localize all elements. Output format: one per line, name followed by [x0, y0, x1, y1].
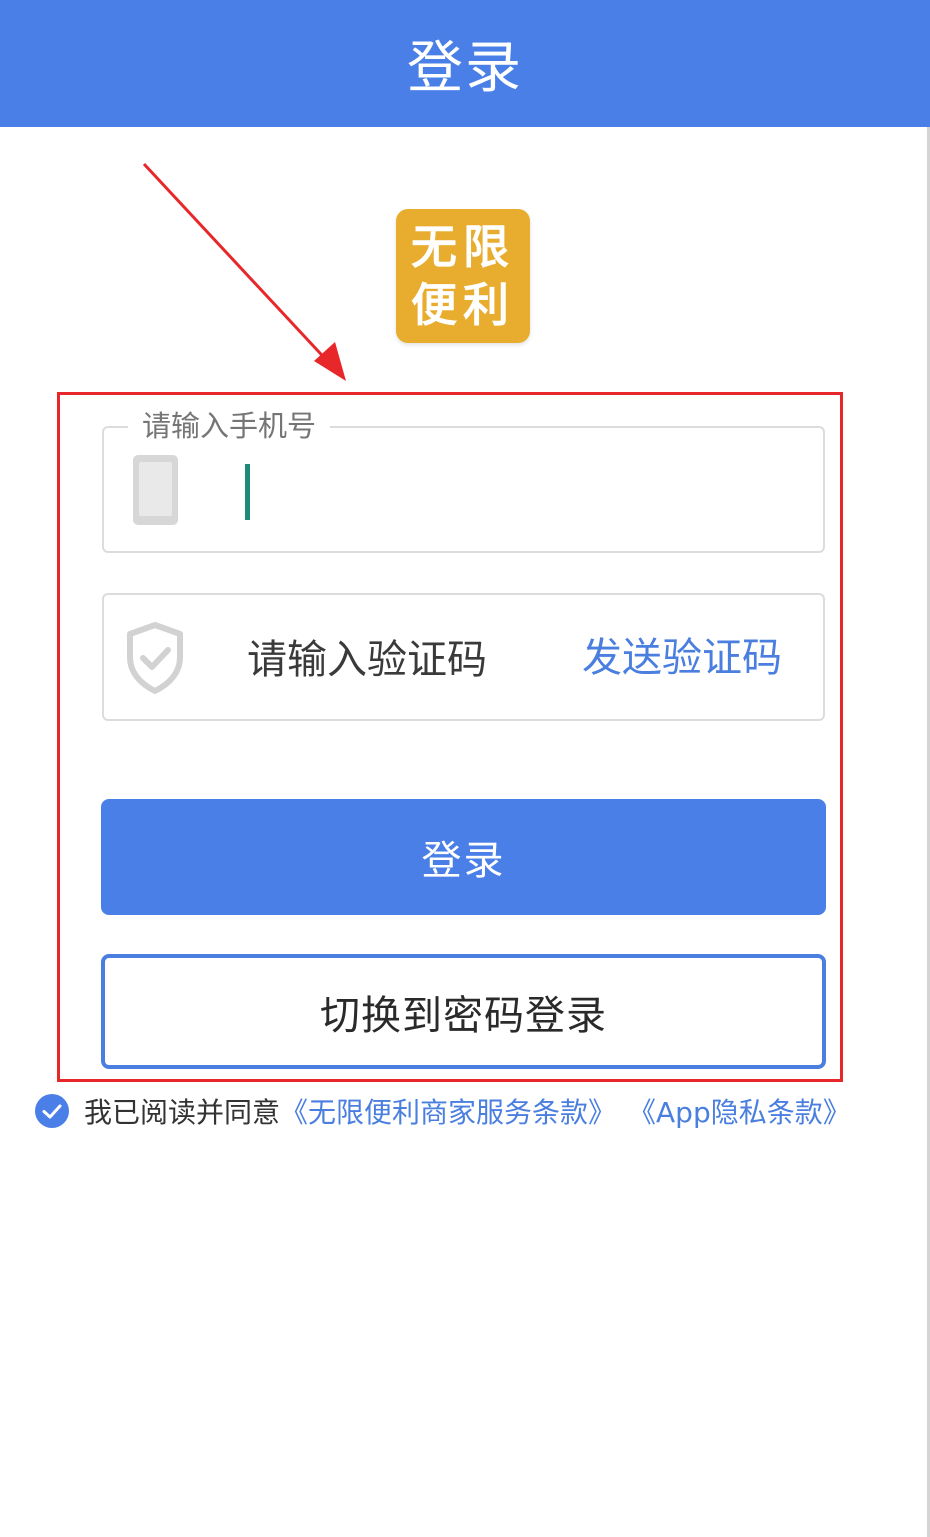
page-title: 登录 [407, 36, 523, 101]
verification-code-placeholder: 请输入验证码 [247, 637, 487, 683]
privacy-policy-link[interactable]: 《App隐私条款》 [628, 1091, 851, 1131]
logo-text-line2: 便利 [411, 278, 515, 332]
send-code-button[interactable]: 发送验证码 [582, 630, 782, 686]
login-button[interactable]: 登录 [101, 799, 826, 915]
logo-text-line1: 无限 [411, 220, 515, 274]
phone-icon [133, 455, 178, 525]
app-logo: 无限 便利 [396, 209, 530, 343]
text-cursor [245, 464, 250, 520]
shield-check-icon [127, 622, 183, 694]
agreement-text: 我已阅读并同意 [84, 1096, 281, 1129]
agreement-row: 我已阅读并同意 《无限便利商家服务条款》 《App隐私条款》 [34, 1089, 851, 1133]
terms-of-service-link[interactable]: 《无限便利商家服务条款》 [280, 1091, 616, 1131]
header-bar: 登录 [0, 0, 930, 127]
checkbox-checked-icon[interactable] [34, 1093, 70, 1129]
phone-input-label: 请输入手机号 [128, 406, 331, 446]
switch-to-password-login-button[interactable]: 切换到密码登录 [101, 954, 826, 1069]
